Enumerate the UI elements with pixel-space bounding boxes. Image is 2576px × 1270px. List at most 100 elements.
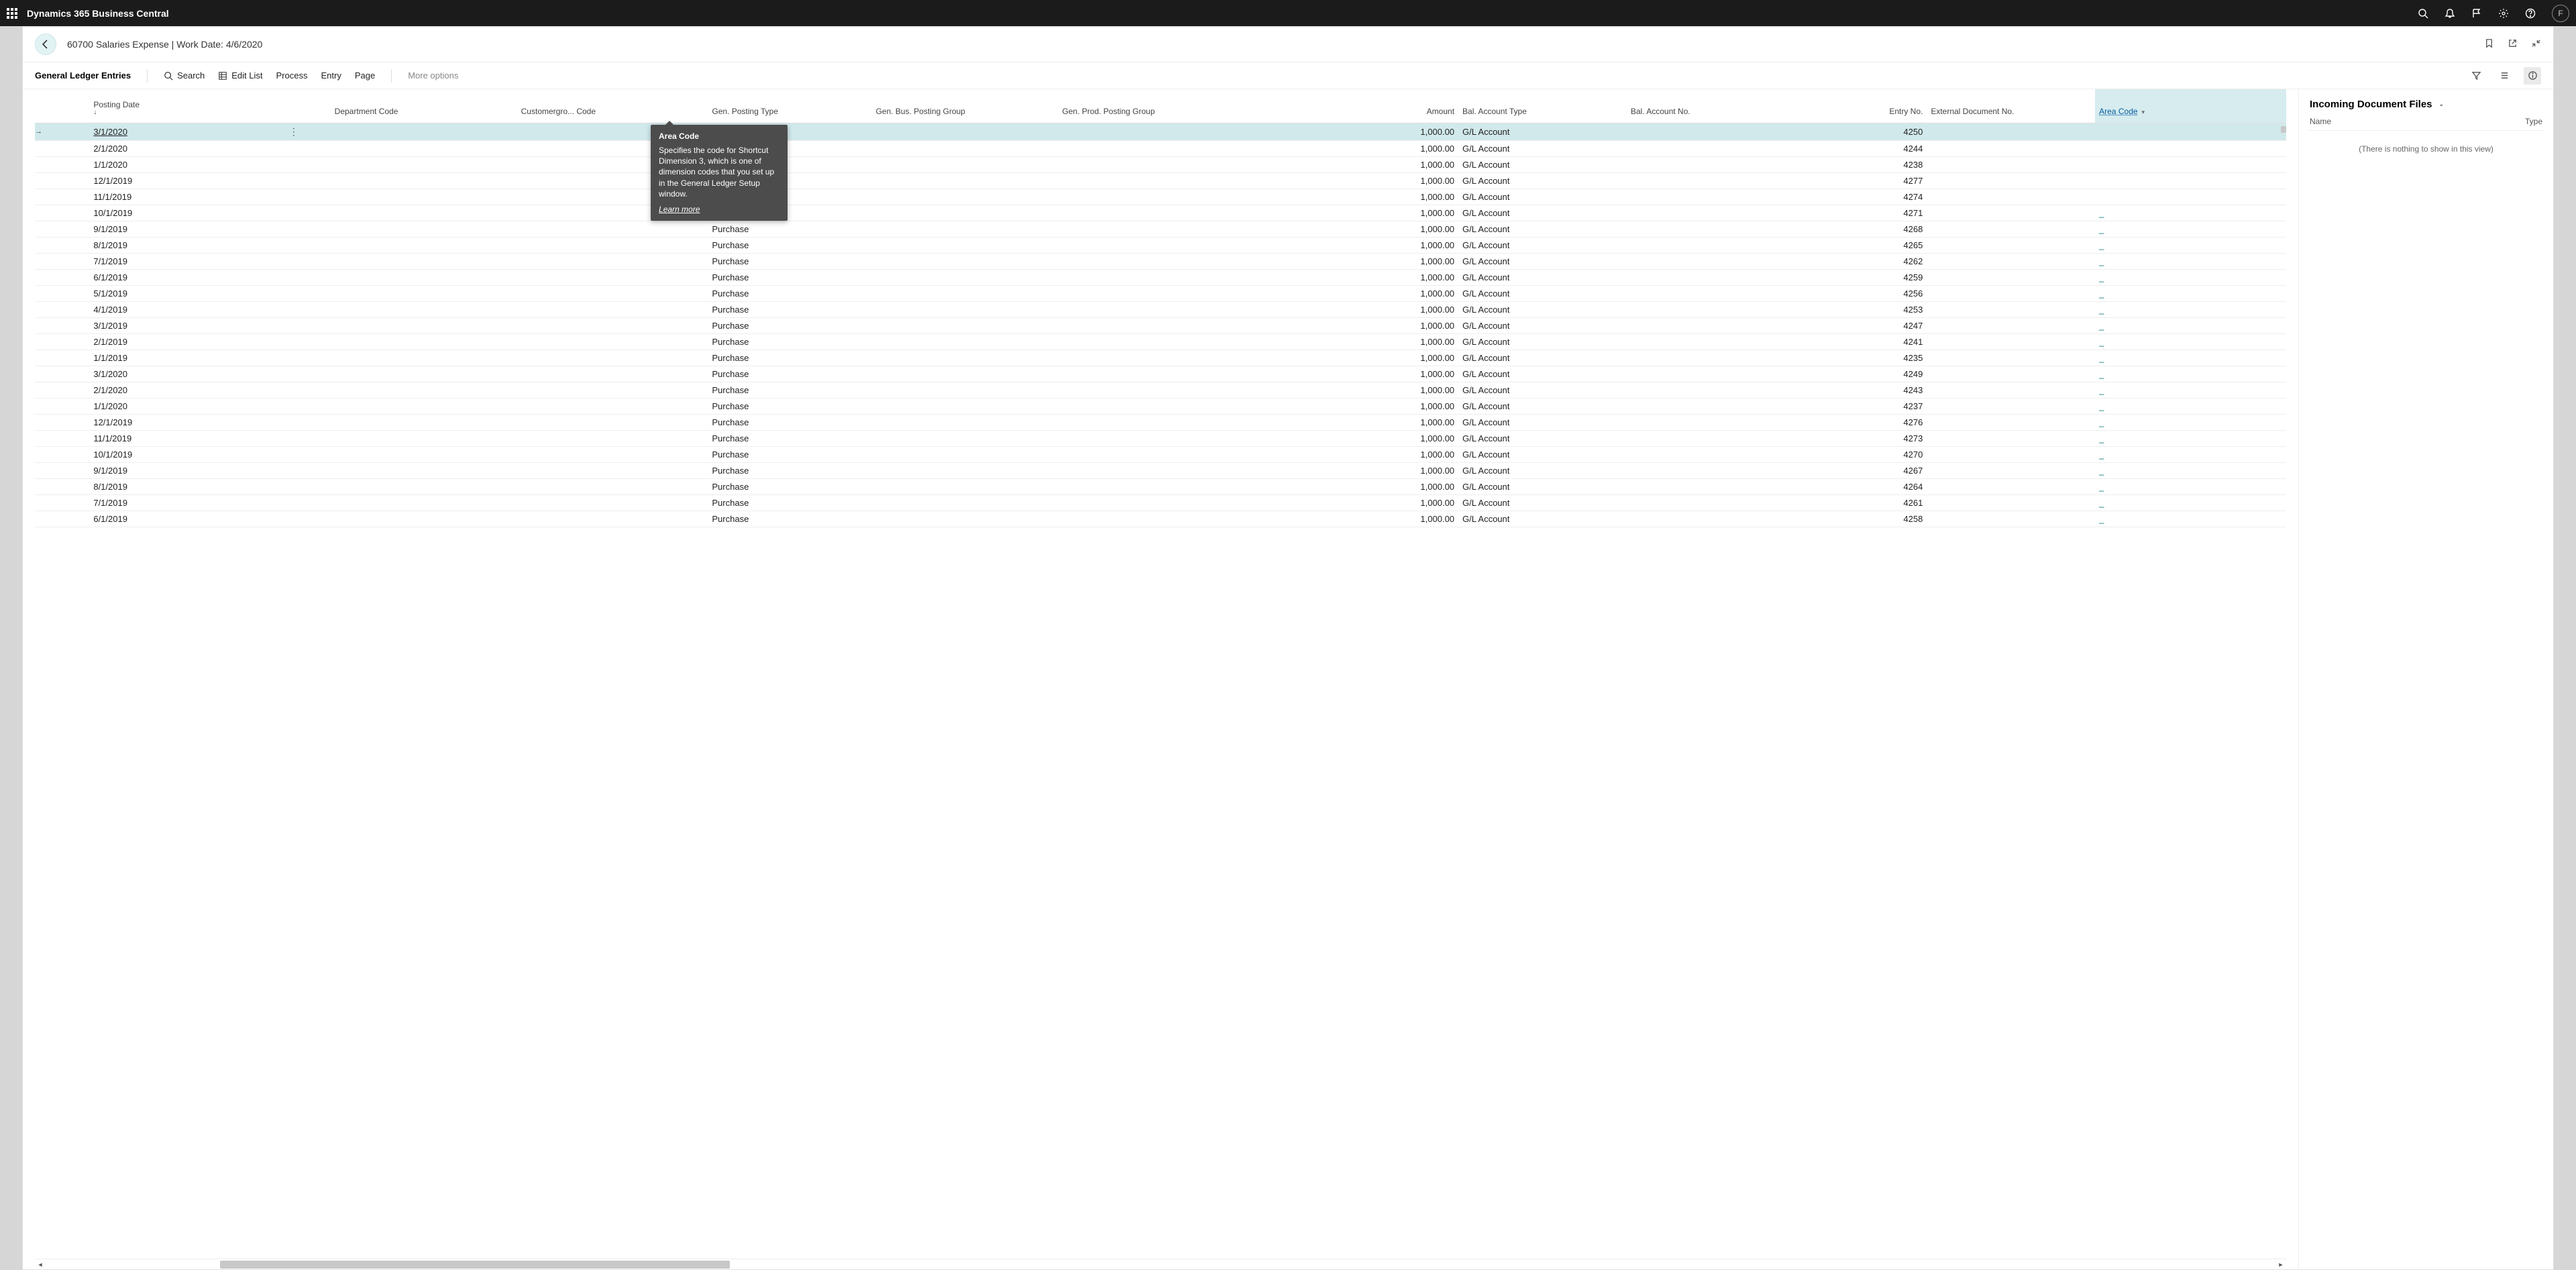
cell-custgrp-code[interactable] — [517, 333, 708, 350]
cell-gen-prod-pg[interactable] — [1058, 156, 1249, 172]
cell-gen-prod-pg[interactable] — [1058, 398, 1249, 414]
cell-dept-code[interactable] — [331, 511, 517, 527]
col-dept-code[interactable]: Department Code — [331, 89, 517, 123]
col-gen-prod-pg[interactable]: Gen. Prod. Posting Group — [1058, 89, 1249, 123]
table-row[interactable]: 1/1/2019Purchase1,000.00G/L Account4235_ — [35, 350, 2286, 366]
cell-bal-acct-no[interactable] — [1627, 237, 1759, 253]
cell-dept-code[interactable] — [331, 382, 517, 398]
cell-entry-no[interactable]: 4250 — [1758, 123, 1927, 140]
cell-area-code[interactable]: _ — [2095, 205, 2286, 221]
cell-dept-code[interactable] — [331, 398, 517, 414]
cell-gen-posting-type[interactable]: Purchase — [708, 350, 871, 366]
cell-gen-bus-pg[interactable] — [871, 430, 1058, 446]
cell-entry-no[interactable]: 4243 — [1758, 382, 1927, 398]
row-menu-icon[interactable]: ⋮ — [289, 126, 299, 137]
table-row[interactable]: 12/1/2019Purchase1,000.00G/L Account4276… — [35, 414, 2286, 430]
cell-gen-posting-type[interactable]: Purchase — [708, 333, 871, 350]
cell-custgrp-code[interactable] — [517, 317, 708, 333]
cell-amount[interactable]: 1,000.00 — [1249, 366, 1458, 382]
cell-area-code[interactable]: _ — [2095, 237, 2286, 253]
cell-bal-acct-no[interactable] — [1627, 253, 1759, 269]
date-link[interactable]: 3/1/2020 — [93, 127, 127, 137]
cell-amount[interactable]: 1,000.00 — [1249, 156, 1458, 172]
col-entry-no[interactable]: Entry No. — [1758, 89, 1927, 123]
cell-dept-code[interactable] — [331, 172, 517, 189]
cell-gen-bus-pg[interactable] — [871, 140, 1058, 156]
cell-dept-code[interactable] — [331, 123, 517, 140]
cell-amount[interactable]: 1,000.00 — [1249, 253, 1458, 269]
cell-gen-bus-pg[interactable] — [871, 237, 1058, 253]
cell-custgrp-code[interactable] — [517, 285, 708, 301]
cell-entry-no[interactable]: 4247 — [1758, 317, 1927, 333]
cell-gen-posting-type[interactable]: Purchase — [708, 382, 871, 398]
cell-gen-bus-pg[interactable] — [871, 446, 1058, 462]
scroll-right-arrow-icon[interactable]: ► — [2275, 1259, 2286, 1269]
cell-custgrp-code[interactable] — [517, 414, 708, 430]
cell-dept-code[interactable] — [331, 140, 517, 156]
cell-bal-acct-no[interactable] — [1627, 462, 1759, 478]
cell-gen-prod-pg[interactable] — [1058, 205, 1249, 221]
cell-bal-acct-type[interactable]: G/L Account — [1458, 446, 1627, 462]
cell-bal-acct-type[interactable]: G/L Account — [1458, 140, 1627, 156]
cell-area-code[interactable]: _ — [2095, 253, 2286, 269]
col-amount[interactable]: Amount — [1249, 89, 1458, 123]
table-row[interactable]: 1/1/2020Purchase1,000.00G/L Account4237_ — [35, 398, 2286, 414]
cell-gen-bus-pg[interactable] — [871, 317, 1058, 333]
cell-amount[interactable]: 1,000.00 — [1249, 189, 1458, 205]
cell-bal-acct-type[interactable]: G/L Account — [1458, 398, 1627, 414]
cell-bal-acct-type[interactable]: G/L Account — [1458, 350, 1627, 366]
cell-entry-no[interactable]: 4262 — [1758, 253, 1927, 269]
cmd-page[interactable]: Page — [355, 70, 375, 81]
cell-gen-prod-pg[interactable] — [1058, 285, 1249, 301]
cell-bal-acct-no[interactable] — [1627, 511, 1759, 527]
cell-gen-prod-pg[interactable] — [1058, 172, 1249, 189]
table-row[interactable]: 3/1/2019Purchase1,000.00G/L Account4247_ — [35, 317, 2286, 333]
cell-posting-date[interactable]: 1/1/2020 — [89, 156, 285, 172]
cell-entry-no[interactable]: 4249 — [1758, 366, 1927, 382]
cell-bal-acct-no[interactable] — [1627, 140, 1759, 156]
cell-bal-acct-no[interactable] — [1627, 446, 1759, 462]
table-row[interactable]: 1/1/2020Purchase1,000.00G/L Account4238 — [35, 156, 2286, 172]
cell-posting-date[interactable]: 3/1/2020 — [89, 366, 285, 382]
cell-amount[interactable]: 1,000.00 — [1249, 414, 1458, 430]
settings-icon[interactable] — [2498, 8, 2509, 19]
cell-posting-date[interactable]: 9/1/2019 — [89, 221, 285, 237]
cell-ext-doc-no[interactable] — [1927, 140, 2095, 156]
cell-bal-acct-no[interactable] — [1627, 189, 1759, 205]
table-row[interactable]: 7/1/2019Purchase1,000.00G/L Account4262_ — [35, 253, 2286, 269]
cell-posting-date[interactable]: 6/1/2019 — [89, 511, 285, 527]
cell-dept-code[interactable] — [331, 205, 517, 221]
cell-entry-no[interactable]: 4237 — [1758, 398, 1927, 414]
cell-ext-doc-no[interactable] — [1927, 478, 2095, 494]
cell-custgrp-code[interactable] — [517, 237, 708, 253]
col-ext-doc-no[interactable]: External Document No. — [1927, 89, 2095, 123]
cell-custgrp-code[interactable] — [517, 446, 708, 462]
col-area-code[interactable]: Area Code▾ — [2095, 89, 2286, 123]
cell-gen-bus-pg[interactable] — [871, 269, 1058, 285]
cell-area-code[interactable]: _ — [2095, 221, 2286, 237]
cell-gen-prod-pg[interactable] — [1058, 333, 1249, 350]
cell-bal-acct-type[interactable]: G/L Account — [1458, 430, 1627, 446]
cell-bal-acct-type[interactable]: G/L Account — [1458, 301, 1627, 317]
cell-custgrp-code[interactable] — [517, 350, 708, 366]
cell-entry-no[interactable]: 4244 — [1758, 140, 1927, 156]
cell-bal-acct-no[interactable] — [1627, 350, 1759, 366]
cell-gen-posting-type[interactable]: Purchase — [708, 446, 871, 462]
app-launcher-icon[interactable] — [7, 8, 17, 19]
cell-gen-bus-pg[interactable] — [871, 221, 1058, 237]
cell-ext-doc-no[interactable] — [1927, 333, 2095, 350]
cell-posting-date[interactable]: 1/1/2020 — [89, 398, 285, 414]
cell-amount[interactable]: 1,000.00 — [1249, 382, 1458, 398]
table-row[interactable]: 5/1/2019Purchase1,000.00G/L Account4256_ — [35, 285, 2286, 301]
cell-entry-no[interactable]: 4264 — [1758, 478, 1927, 494]
cell-posting-date[interactable]: 3/1/2019 — [89, 317, 285, 333]
col-gen-bus-pg[interactable]: Gen. Bus. Posting Group — [871, 89, 1058, 123]
cell-entry-no[interactable]: 4265 — [1758, 237, 1927, 253]
cell-entry-no[interactable]: 4253 — [1758, 301, 1927, 317]
cell-bal-acct-type[interactable]: G/L Account — [1458, 366, 1627, 382]
cell-gen-bus-pg[interactable] — [871, 398, 1058, 414]
cell-posting-date[interactable]: 12/1/2019 — [89, 414, 285, 430]
cell-gen-bus-pg[interactable] — [871, 462, 1058, 478]
cell-area-code[interactable]: _ — [2095, 446, 2286, 462]
cell-posting-date[interactable]: 7/1/2019 — [89, 253, 285, 269]
